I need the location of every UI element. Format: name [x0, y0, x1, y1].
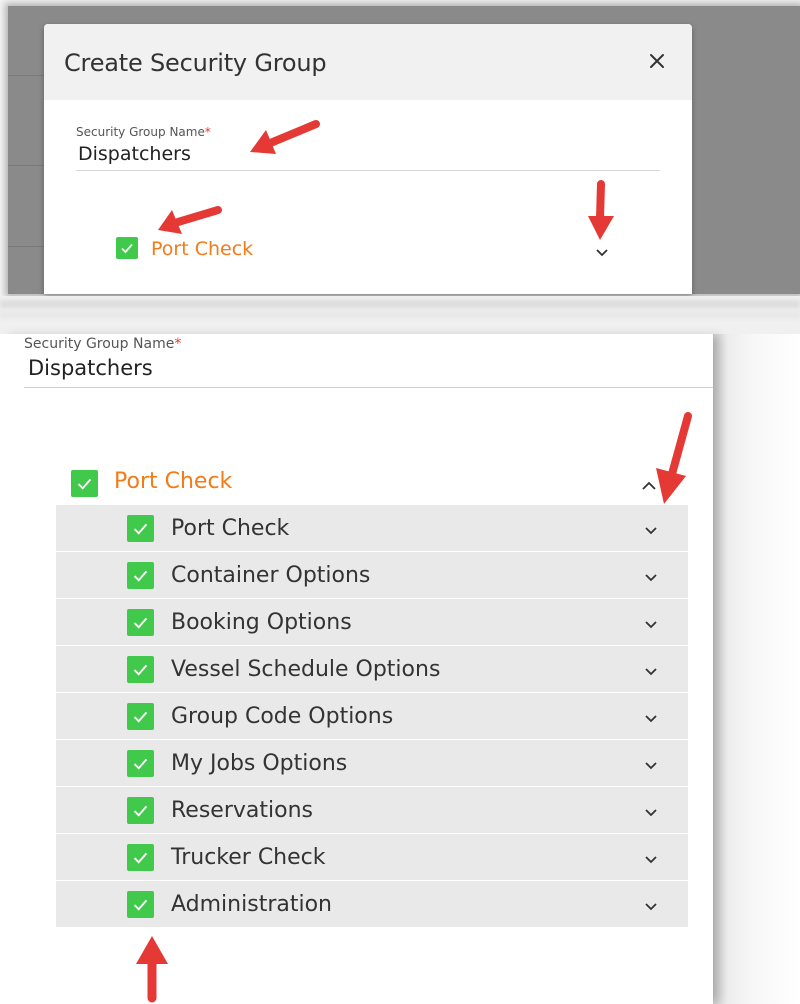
close-icon [650, 54, 664, 68]
checkmark-icon [133, 899, 148, 911]
option-checkbox[interactable] [127, 891, 154, 918]
checkmark-icon [133, 570, 148, 582]
option-checkbox[interactable] [127, 750, 154, 777]
checkmark-icon [77, 478, 92, 490]
annotation-arrow-icon [250, 120, 320, 154]
permission-option-row[interactable]: Booking Options [56, 599, 688, 646]
option-checkbox[interactable] [127, 703, 154, 730]
permission-option-row[interactable]: Container Options [56, 552, 688, 599]
create-security-group-dialog: Create Security Group Security Group Nam… [44, 24, 692, 294]
port-check-group-label[interactable]: Port Check [114, 469, 232, 494]
checkmark-icon [133, 523, 148, 535]
option-label: Port Check [171, 516, 290, 541]
chevron-down-icon[interactable] [642, 619, 660, 631]
security-group-name-field[interactable]: Security Group Name* Dispatchers [76, 125, 660, 171]
chevron-down-icon[interactable] [642, 760, 660, 772]
permission-option-row[interactable]: Reservations [56, 787, 688, 834]
permission-options-list: Port Check Container Options Booking Optio… [56, 505, 688, 928]
checkmark-icon [133, 852, 148, 864]
option-label: Vessel Schedule Options [171, 657, 441, 682]
chevron-down-icon[interactable] [593, 246, 611, 260]
field-label: Security Group Name* [24, 336, 182, 352]
checkmark-icon [133, 758, 148, 770]
required-mark: * [174, 336, 182, 352]
port-check-group-checkbox[interactable] [71, 470, 98, 497]
required-mark: * [204, 125, 211, 139]
annotation-arrow-icon [158, 206, 222, 234]
chevron-down-icon[interactable] [642, 525, 660, 537]
panel-shadow [713, 334, 800, 1004]
chevron-down-icon[interactable] [642, 901, 660, 913]
dialog-title: Create Security Group [64, 49, 327, 77]
permission-option-row[interactable]: Port Check [56, 505, 688, 552]
checkmark-icon [121, 243, 133, 254]
option-label: Booking Options [171, 610, 352, 635]
option-label: My Jobs Options [171, 751, 348, 776]
option-label: Trucker Check [171, 845, 326, 870]
panel-seam [0, 296, 800, 336]
option-label: Reservations [171, 798, 313, 823]
chevron-down-icon[interactable] [642, 807, 660, 819]
security-group-name-field[interactable]: Security Group Name* Dispatchers [24, 334, 713, 388]
checkmark-icon [133, 711, 148, 723]
permission-option-row[interactable]: Trucker Check [56, 834, 688, 881]
backdrop-divider [8, 246, 44, 247]
backdrop-divider [8, 75, 44, 76]
chevron-down-icon[interactable] [642, 854, 660, 866]
option-label: Administration [171, 892, 332, 917]
permission-option-row[interactable]: Vessel Schedule Options [56, 646, 688, 693]
port-check-group-checkbox[interactable] [116, 237, 138, 259]
option-checkbox[interactable] [127, 609, 154, 636]
option-checkbox[interactable] [127, 656, 154, 683]
option-label: Container Options [171, 563, 371, 588]
checkmark-icon [133, 664, 148, 676]
option-checkbox[interactable] [127, 562, 154, 589]
checkmark-icon [133, 617, 148, 629]
permission-option-row[interactable]: Group Code Options [56, 693, 688, 740]
permission-option-row[interactable]: Administration [56, 881, 688, 928]
option-checkbox[interactable] [127, 515, 154, 542]
option-checkbox[interactable] [127, 797, 154, 824]
chevron-down-icon[interactable] [642, 666, 660, 678]
close-button[interactable] [642, 46, 672, 76]
permission-option-row[interactable]: My Jobs Options [56, 740, 688, 787]
security-group-name-input[interactable]: Dispatchers [78, 143, 191, 165]
zoomed-dialog-panel: Create Security Group Security Group Nam… [0, 0, 800, 296]
annotation-arrow-icon [656, 412, 692, 504]
security-group-name-input[interactable]: Dispatchers [28, 356, 153, 380]
checkmark-icon [133, 805, 148, 817]
option-checkbox[interactable] [127, 844, 154, 871]
backdrop-divider [8, 165, 44, 166]
dialog-header: Create Security Group [44, 24, 692, 100]
port-check-group-label[interactable]: Port Check [151, 238, 253, 260]
field-label: Security Group Name* [76, 125, 211, 139]
expanded-permissions-panel: Security Group Name* Dispatchers Port Ch… [0, 334, 713, 1004]
annotation-arrow-icon [588, 180, 614, 240]
chevron-down-icon[interactable] [642, 713, 660, 725]
option-label: Group Code Options [171, 704, 394, 729]
annotation-arrow-icon [136, 936, 168, 1003]
chevron-down-icon[interactable] [642, 572, 660, 584]
